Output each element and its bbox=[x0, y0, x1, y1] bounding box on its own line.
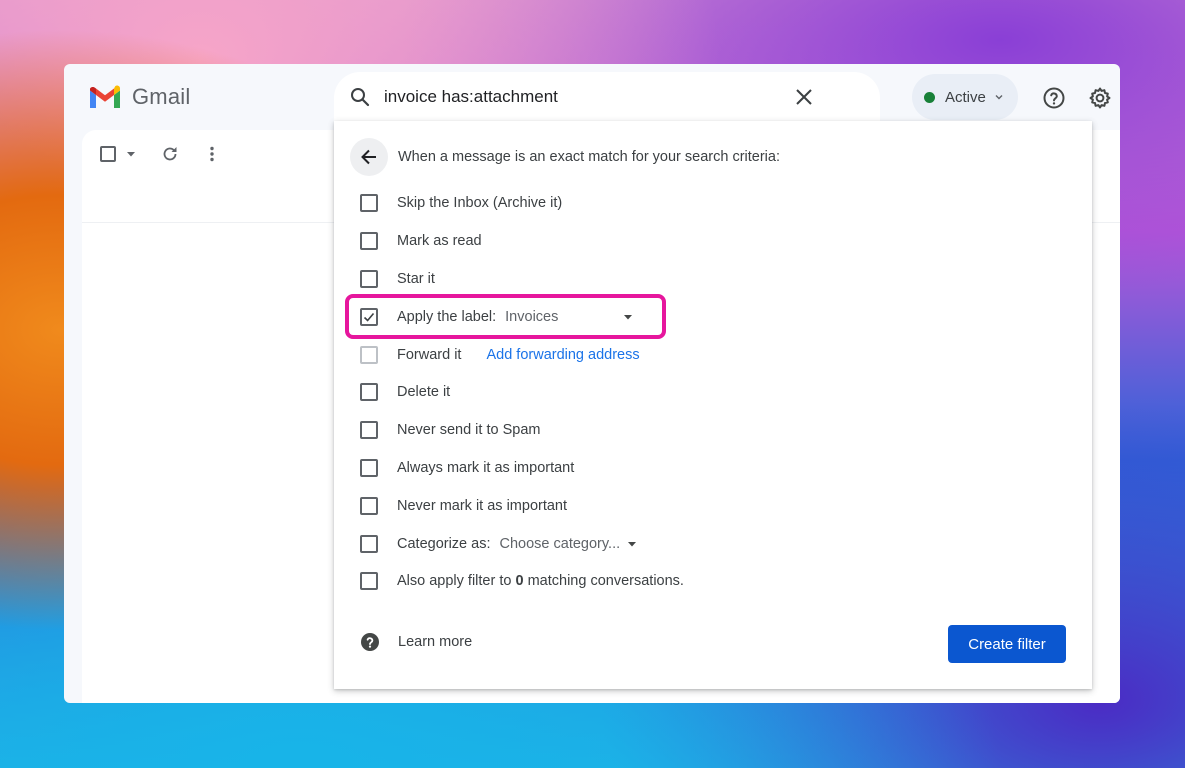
help-icon[interactable] bbox=[1042, 86, 1066, 110]
checkbox[interactable] bbox=[360, 421, 378, 439]
learn-more-row[interactable]: Learn more bbox=[360, 632, 472, 652]
gear-icon[interactable] bbox=[1088, 86, 1112, 110]
search-input[interactable]: invoice has:attachment bbox=[384, 87, 558, 107]
chevron-down-icon bbox=[995, 95, 1003, 100]
option-label-prefix: Also apply filter to bbox=[397, 573, 516, 589]
option-label: Categorize as: bbox=[397, 536, 491, 552]
close-icon[interactable] bbox=[792, 85, 816, 109]
option-label: Always mark it as important bbox=[397, 460, 575, 476]
option-always-important: Always mark it as important bbox=[360, 457, 574, 479]
search-icon[interactable] bbox=[348, 85, 372, 109]
option-label: Skip the Inbox (Archive it) bbox=[397, 195, 563, 211]
select-all-checkbox[interactable] bbox=[100, 146, 116, 162]
refresh-icon[interactable] bbox=[160, 144, 180, 164]
option-label: Mark as read bbox=[397, 233, 482, 249]
gmail-wordmark: Gmail bbox=[132, 84, 191, 109]
option-label-suffix: matching conversations. bbox=[523, 573, 684, 589]
create-filter-button[interactable]: Create filter bbox=[948, 625, 1066, 663]
checkbox[interactable] bbox=[360, 232, 378, 250]
option-label: Also apply filter to 0 matching conversa… bbox=[397, 573, 684, 589]
option-categorize: Categorize as: Choose category... bbox=[360, 533, 637, 555]
gmail-m-icon bbox=[90, 85, 120, 108]
matching-count: 0 bbox=[515, 573, 524, 589]
dropdown-caret-icon bbox=[624, 315, 633, 320]
option-label: Never send it to Spam bbox=[397, 422, 541, 438]
more-vert-icon[interactable] bbox=[202, 144, 222, 164]
option-mark-read: Mark as read bbox=[360, 230, 482, 252]
status-selector[interactable]: Active bbox=[912, 74, 1018, 120]
checkbox[interactable] bbox=[360, 383, 378, 401]
filter-options-panel: When a message is an exact match for you… bbox=[334, 121, 1092, 689]
option-label: Apply the label: bbox=[397, 309, 497, 325]
checkbox-disabled bbox=[360, 346, 378, 364]
filter-heading: When a message is an exact match for you… bbox=[398, 149, 780, 165]
option-star: Star it bbox=[360, 268, 435, 290]
option-delete: Delete it bbox=[360, 381, 450, 403]
status-label: Active bbox=[945, 88, 986, 106]
option-apply-existing: Also apply filter to 0 matching conversa… bbox=[360, 570, 684, 592]
select-caret-icon[interactable] bbox=[126, 149, 136, 159]
label-select-value: Invoices bbox=[505, 309, 559, 325]
search-bar[interactable]: invoice has:attachment bbox=[334, 72, 880, 122]
mail-toolbar bbox=[100, 144, 222, 164]
option-label: Delete it bbox=[397, 384, 451, 400]
option-never-spam: Never send it to Spam bbox=[360, 419, 540, 441]
checkbox[interactable] bbox=[360, 497, 378, 515]
arrow-back-icon bbox=[361, 149, 376, 165]
option-skip-inbox: Skip the Inbox (Archive it) bbox=[360, 192, 562, 214]
option-forward: Forward it Add forwarding address bbox=[360, 344, 640, 366]
checkmark-icon bbox=[363, 312, 375, 322]
checkbox-checked[interactable] bbox=[360, 308, 378, 326]
checkbox[interactable] bbox=[360, 194, 378, 212]
checkbox[interactable] bbox=[360, 535, 378, 553]
category-select-value: Choose category... bbox=[499, 536, 621, 552]
checkbox[interactable] bbox=[360, 459, 378, 477]
option-label: Star it bbox=[397, 271, 435, 287]
learn-more-link[interactable]: Learn more bbox=[398, 634, 472, 650]
status-dot bbox=[924, 91, 935, 103]
dropdown-caret-icon bbox=[628, 542, 637, 547]
back-button[interactable] bbox=[350, 138, 388, 176]
checkbox[interactable] bbox=[360, 270, 378, 288]
category-select[interactable]: Choose category... bbox=[500, 536, 638, 552]
option-apply-label: Apply the label: Invoices bbox=[360, 306, 633, 328]
label-select[interactable]: Invoices bbox=[505, 309, 633, 325]
option-label: Forward it bbox=[397, 347, 462, 363]
gmail-logo[interactable]: Gmail bbox=[88, 84, 190, 110]
option-label: Never mark it as important bbox=[397, 498, 568, 514]
help-filled-icon bbox=[361, 633, 379, 651]
option-never-important: Never mark it as important bbox=[360, 495, 567, 517]
checkbox[interactable] bbox=[360, 572, 378, 590]
add-forwarding-address-link[interactable]: Add forwarding address bbox=[486, 347, 639, 363]
